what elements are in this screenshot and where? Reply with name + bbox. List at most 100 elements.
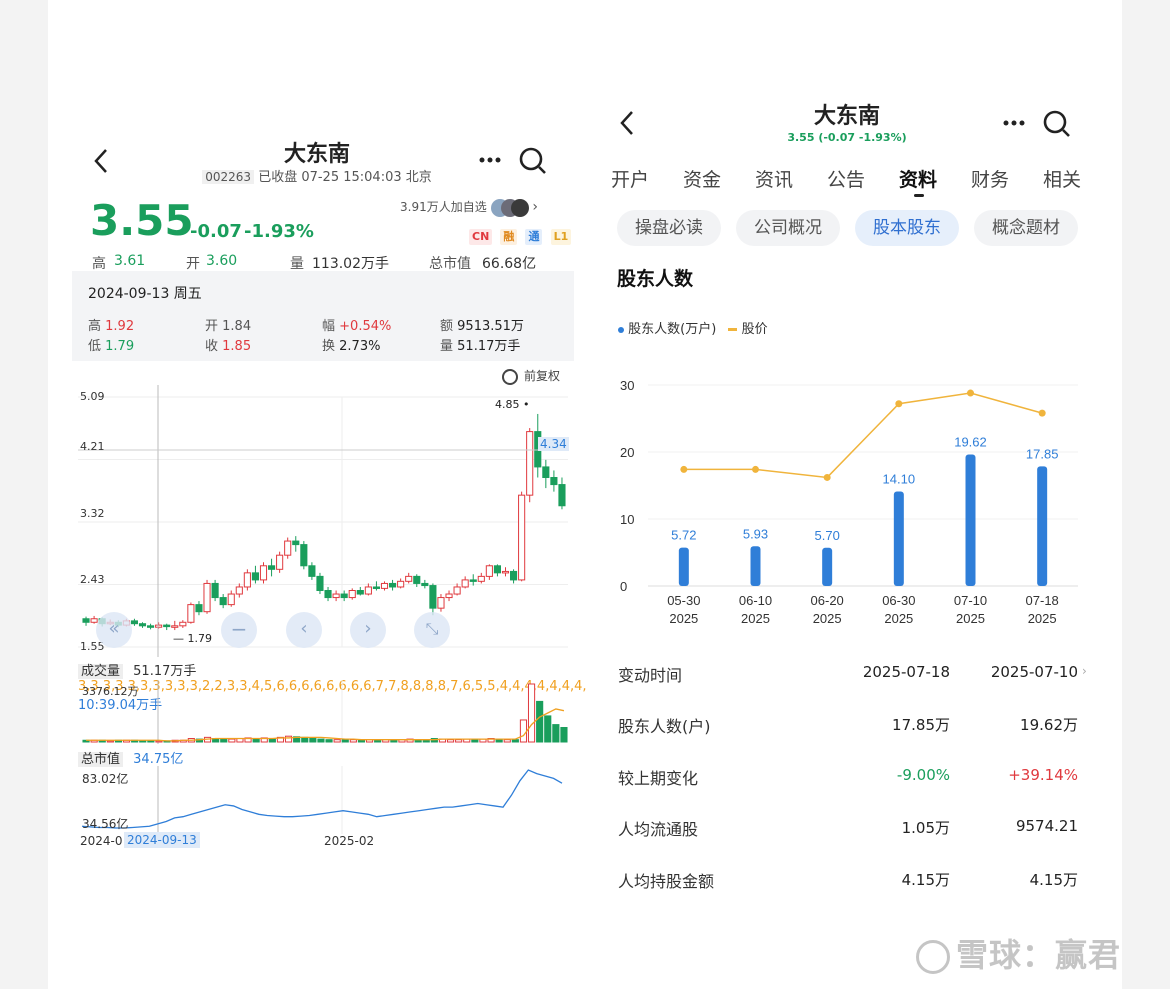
candle bbox=[268, 565, 276, 570]
candle bbox=[437, 597, 445, 609]
x-tick-label: 07-18 bbox=[1026, 593, 1059, 608]
bar-value-label: 5.93 bbox=[743, 526, 768, 541]
volume-bar bbox=[228, 738, 236, 743]
tab-profile[interactable]: 资料 bbox=[899, 165, 937, 192]
candle bbox=[493, 565, 501, 574]
candle bbox=[389, 582, 397, 588]
candle bbox=[308, 565, 316, 577]
tab-financials[interactable]: 财务 bbox=[971, 165, 1009, 192]
price-change-pct: -1.93% bbox=[244, 221, 314, 242]
stock-meta: 002263 已收盘 07-25 15:04:03 北京 bbox=[48, 166, 586, 185]
bar-value-label: 17.85 bbox=[1026, 446, 1059, 461]
y-tick-label: 0 bbox=[620, 579, 627, 594]
candle bbox=[340, 593, 348, 599]
tooltip-open: 1.84 bbox=[222, 319, 252, 334]
volume-bar bbox=[309, 738, 317, 743]
watermark: 雪球：赢君 bbox=[916, 930, 1121, 976]
volume-bar bbox=[455, 739, 463, 743]
pill-trading-guide[interactable]: 操盘必读 bbox=[617, 210, 721, 246]
bar bbox=[893, 491, 904, 586]
chevron-left-icon[interactable]: ‹ bbox=[286, 612, 322, 648]
tooltip-volume: 51.17万手 bbox=[457, 339, 521, 354]
candle bbox=[477, 575, 485, 582]
tab-news[interactable]: 资讯 bbox=[755, 165, 793, 192]
candle bbox=[195, 604, 203, 613]
mktcap-value: 34.75亿 bbox=[133, 752, 184, 767]
watermark-logo-icon bbox=[916, 940, 950, 974]
volume-bar bbox=[349, 739, 357, 743]
table-row-col2: 9574.21 bbox=[1015, 817, 1078, 835]
price-point bbox=[967, 389, 974, 397]
candle bbox=[356, 590, 364, 595]
bar-value-label: 5.70 bbox=[815, 528, 840, 543]
volume-bar bbox=[301, 736, 309, 743]
chart-nav-controls: « − ‹ › ⤡ bbox=[96, 612, 516, 648]
active-tab-indicator bbox=[914, 194, 924, 197]
pill-shareholders[interactable]: 股本股东 bbox=[855, 210, 959, 246]
bar bbox=[822, 547, 833, 586]
double-left-icon[interactable]: « bbox=[96, 612, 132, 648]
tab-funds[interactable]: 资金 bbox=[683, 165, 721, 192]
bar bbox=[750, 546, 761, 586]
legend-bar-swatch bbox=[618, 326, 624, 333]
table-header-col2: 2025-07-10 bbox=[990, 663, 1078, 681]
y-tick: 5.09 bbox=[80, 390, 105, 403]
tag-cn: CN bbox=[469, 229, 493, 245]
candle bbox=[292, 540, 300, 546]
x-tick-label: 2025 bbox=[813, 611, 842, 626]
candle bbox=[445, 593, 453, 599]
tab-announcements[interactable]: 公告 bbox=[827, 165, 865, 192]
tooltip-low-label: 低 bbox=[88, 339, 102, 354]
page-title: 大东南 bbox=[813, 104, 880, 129]
tooltip-amount-label: 额 bbox=[440, 319, 454, 334]
table-row-col1: 17.85万 bbox=[892, 716, 950, 734]
stat-mktcap-label: 总市值 bbox=[429, 256, 471, 272]
legend-line-label: 股价 bbox=[741, 322, 768, 337]
expand-icon[interactable]: ⤡ bbox=[414, 612, 450, 648]
x-label-cursor: 2024-09-13 bbox=[124, 832, 200, 848]
mktcap-max-label: 83.02亿 bbox=[82, 772, 129, 786]
table-row-col1: -9.00% bbox=[896, 766, 950, 784]
volume-chart[interactable] bbox=[72, 680, 574, 744]
candle bbox=[259, 565, 268, 581]
pill-company-overview[interactable]: 公司概况 bbox=[736, 210, 840, 246]
x-tick-label: 2025 bbox=[1028, 611, 1057, 626]
restore-toggle[interactable]: 前复权 bbox=[502, 367, 560, 385]
volume-bar bbox=[560, 727, 568, 743]
y-tick-label: 30 bbox=[620, 378, 634, 393]
price-point bbox=[680, 465, 688, 473]
pill-concepts[interactable]: 概念题材 bbox=[974, 210, 1078, 246]
tooltip-close-label: 收 bbox=[205, 339, 219, 354]
shareholder-chart[interactable]: 30 20 10 0 5.72 05-30 2025 5.93 06-10 2025 5.70 06-… bbox=[606, 365, 1086, 635]
chevron-right-icon[interactable]: › bbox=[350, 612, 386, 648]
search-icon[interactable] bbox=[1042, 109, 1072, 139]
volume-bar bbox=[503, 739, 511, 743]
x-axis: 2024-0 2024-09-13 2025-02 bbox=[72, 832, 574, 854]
more-icon[interactable] bbox=[1000, 113, 1028, 133]
table-row-col1: 1.05万 bbox=[901, 819, 950, 837]
stat-mktcap-value: 66.68亿 bbox=[482, 256, 537, 272]
table-row-col2: +39.14% bbox=[1008, 766, 1078, 784]
candle-tooltip: 2024-09-13 周五 高 1.92 开 1.84 幅 +0.54% 额 9… bbox=[72, 271, 574, 361]
legend-bar-label: 股东人数(万户) bbox=[628, 322, 717, 337]
table-row-label: 股东人数(户) bbox=[618, 717, 711, 736]
chevron-right-icon[interactable]: › bbox=[1082, 664, 1087, 678]
tag-connect: 通 bbox=[525, 229, 543, 245]
more-icon[interactable] bbox=[476, 150, 504, 170]
tooltip-turnover: 2.73% bbox=[339, 339, 381, 354]
bar-value-label: 14.10 bbox=[883, 472, 916, 487]
tab-open-account[interactable]: 开户 bbox=[611, 165, 649, 192]
followers-row[interactable]: 3.91万人加自选 › bbox=[400, 198, 560, 217]
search-icon[interactable] bbox=[518, 146, 548, 176]
x-tick-label: 07-10 bbox=[954, 593, 987, 608]
settings-icon bbox=[502, 368, 518, 385]
volume-value: 51.17万手 bbox=[133, 664, 197, 679]
mktcap-chart[interactable] bbox=[72, 766, 574, 834]
volume-bar bbox=[519, 719, 528, 743]
section-title: 股东人数 bbox=[617, 268, 694, 290]
zoom-out-icon[interactable]: − bbox=[221, 612, 257, 648]
tab-related[interactable]: 相关 bbox=[1043, 165, 1081, 192]
legend-line-swatch bbox=[728, 328, 738, 331]
left-screen: 大东南 002263 已收盘 07-25 15:04:03 北京 3.55 -0… bbox=[48, 0, 868, 989]
y-tick-label: 20 bbox=[620, 445, 634, 460]
